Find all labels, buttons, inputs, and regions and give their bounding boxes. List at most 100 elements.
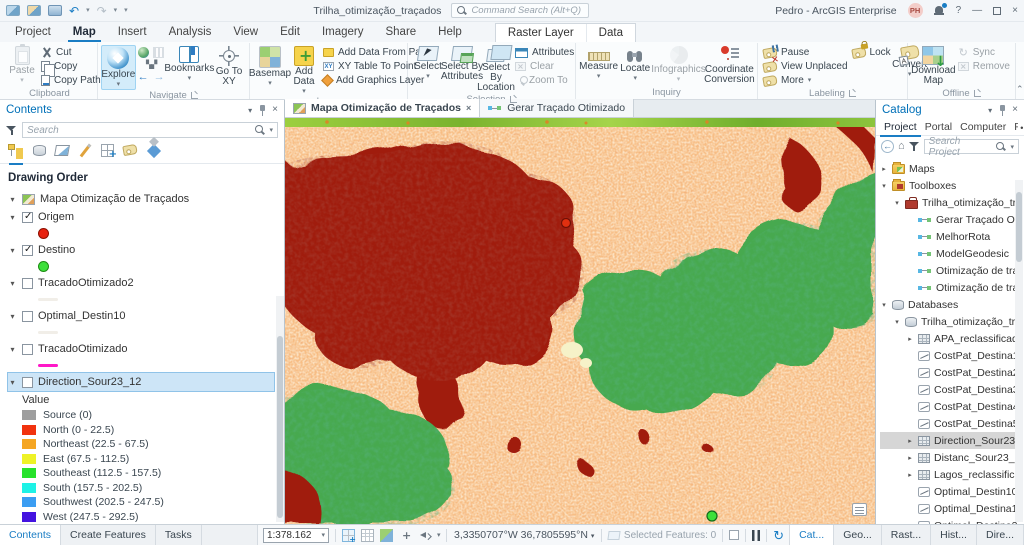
bottom-tab-tasks[interactable]: Tasks <box>156 525 202 545</box>
expander-icon[interactable]: ▾ <box>893 199 901 207</box>
catalog-item-databases[interactable]: ▾Databases <box>880 296 1022 313</box>
coordinate-conversion-button[interactable]: Coordinate Conversion <box>705 45 754 86</box>
ribbon-tab-share[interactable]: Share <box>374 24 427 42</box>
catalog-search-chevron[interactable]: ▾ <box>1010 143 1014 151</box>
crosshair-tool-icon[interactable] <box>399 529 412 542</box>
catalog-item-costpat-destina1[interactable]: CostPat_Destina1 <box>880 347 1022 364</box>
list-by-imagery-icon[interactable] <box>146 143 162 163</box>
layer-row-optimal-destin10[interactable]: ▾Optimal_Destin10 <box>8 307 274 325</box>
list-by-snapping-icon[interactable] <box>101 143 114 163</box>
locate-button[interactable]: Locate ▾ <box>618 45 652 86</box>
copy-button[interactable]: Copy <box>39 60 103 73</box>
catalog-item-trilha-otimiza-o-tra[interactable]: ▾Trilha_otimização_traç... <box>880 313 1022 330</box>
catalog-item-costpat-destina3[interactable]: CostPat_Destina3 <box>880 381 1022 398</box>
layer-checkbox[interactable] <box>22 278 33 289</box>
ribbon-tab-edit[interactable]: Edit <box>269 24 311 42</box>
remove-offline-button[interactable]: ×Remove <box>956 60 1012 73</box>
expander-icon[interactable]: ▾ <box>880 301 888 309</box>
basemap-button[interactable]: Basemap ▾ <box>253 45 287 96</box>
measure-button[interactable]: Measure ▾ <box>579 45 618 86</box>
attributes-button[interactable]: Attributes <box>513 46 576 59</box>
catalog-tab-project[interactable]: Project <box>880 121 921 135</box>
cut-button[interactable]: Cut <box>39 46 103 59</box>
panel-tab-geo[interactable]: Geo... <box>834 525 882 545</box>
contents-filter-icon[interactable] <box>6 125 17 136</box>
ribbon-tab-imagery[interactable]: Imagery <box>311 24 375 42</box>
catalog-home-icon[interactable]: ⌂ <box>898 141 905 152</box>
catalog-scrollbar[interactable] <box>1015 180 1023 522</box>
flicker-tool-icon[interactable] <box>380 529 393 542</box>
list-by-drawing-order-icon[interactable] <box>8 143 24 163</box>
catalog-item-lagos-reclassificad[interactable]: ▸Lagos_reclassificad... <box>880 466 1022 483</box>
layer-symbol-row[interactable] <box>8 226 274 241</box>
navigate-dialog-launcher[interactable] <box>191 92 198 99</box>
catalog-item-costpat-destina2[interactable]: CostPat_Destina2 <box>880 364 1022 381</box>
catalog-item-costpat-destina5[interactable]: CostPat_Destina5 <box>880 415 1022 432</box>
zoom-extent-icons[interactable]: ▚▞ <box>146 61 156 69</box>
selection-box-icon[interactable] <box>729 530 739 540</box>
contents-map-root[interactable]: ▾Mapa Otimização de Traçados <box>8 190 274 208</box>
pause-drawing-icon[interactable] <box>752 530 760 541</box>
catalog-tab-overflow-icon[interactable]: ••• <box>1018 123 1024 135</box>
expander-icon[interactable]: ▾ <box>8 345 17 354</box>
catalog-search-input[interactable]: Search Project ▾ <box>924 139 1019 154</box>
catalog-pin-icon[interactable] <box>998 105 1006 116</box>
undo-icon[interactable]: ↶ <box>69 5 79 17</box>
infographics-button[interactable]: Infographics ▾ <box>652 45 705 86</box>
panel-tab-dire[interactable]: Dire... <box>977 525 1024 545</box>
ribbon-tab-insert[interactable]: Insert <box>107 24 158 42</box>
expander-icon[interactable]: ▾ <box>8 213 17 222</box>
layer-checkbox[interactable] <box>22 212 33 223</box>
map-notification-icon[interactable] <box>852 503 867 516</box>
map-view-tab-active[interactable]: Mapa Otimização de Traçados × <box>285 99 480 117</box>
catalog-back-icon[interactable]: ← <box>881 140 894 153</box>
expander-icon[interactable]: ▾ <box>893 318 901 326</box>
redo-dropdown-chevron[interactable]: ▾ <box>114 7 118 14</box>
labeling-dialog-launcher[interactable] <box>849 90 856 97</box>
layer-row-tracadootimizado[interactable]: ▾TracadoOtimizado <box>8 340 274 358</box>
layer-checkbox[interactable] <box>22 377 33 388</box>
bookmarks-button[interactable]: Bookmarks ▾ <box>167 45 212 90</box>
layer-checkbox[interactable] <box>22 245 33 256</box>
catalog-filter-icon[interactable] <box>909 141 920 152</box>
ribbon-tab-view[interactable]: View <box>222 24 269 42</box>
expander-icon[interactable]: ▾ <box>880 182 888 190</box>
layer-symbol-row[interactable] <box>8 292 274 307</box>
catalog-tab-favorites[interactable]: Favorites <box>1010 121 1018 135</box>
notifications-icon[interactable] <box>934 5 945 16</box>
list-by-data-source-icon[interactable] <box>33 143 46 163</box>
catalog-item-direction-sour23-12[interactable]: ▸Direction_Sour23_12 <box>880 432 1022 449</box>
map-coordinates[interactable]: 3,3350707°W 36,7805595°N ▾ <box>453 529 594 541</box>
catalog-item-optimal-destina2[interactable]: Optimal_Destina2 <box>880 517 1022 524</box>
snapping-toggle-icon[interactable] <box>342 529 355 542</box>
catalog-item-apa-reclassificados[interactable]: ▸APA_reclassificados <box>880 330 1022 347</box>
expander-icon[interactable]: ▸ <box>906 437 914 445</box>
contextual-tab-data[interactable]: Data <box>587 24 635 42</box>
selection-dialog-launcher[interactable] <box>510 96 517 103</box>
bottom-tab-create-features[interactable]: Create Features <box>61 525 156 545</box>
maximize-button[interactable] <box>993 7 1001 15</box>
new-project-icon[interactable] <box>6 5 20 16</box>
panel-tab-rast[interactable]: Rast... <box>882 525 931 545</box>
full-extent-icon[interactable] <box>138 47 149 58</box>
catalog-item-maps[interactable]: ▸Maps <box>880 160 1022 177</box>
layer-row-origem[interactable]: ▾Origem <box>8 208 274 226</box>
expander-icon[interactable]: ▸ <box>880 165 888 173</box>
zoom-to-selection-button[interactable]: Zoom To <box>513 74 576 87</box>
contents-search-chevron[interactable]: ▾ <box>269 126 273 134</box>
scale-input[interactable]: 1:378.162 ▾ <box>263 528 329 543</box>
explore-button[interactable]: Explore ▾ <box>101 45 136 90</box>
bottom-tab-contents[interactable]: Contents <box>0 525 61 545</box>
layer-symbol-row[interactable] <box>8 325 274 340</box>
layer-symbol-row[interactable] <box>8 358 274 373</box>
expander-icon[interactable]: ▾ <box>8 312 17 321</box>
layer-checkbox[interactable] <box>22 344 33 355</box>
expander-icon[interactable]: ▸ <box>906 454 914 462</box>
ribbon-tab-help[interactable]: Help <box>427 24 473 42</box>
contents-menu-chevron[interactable]: ▾ <box>248 106 252 115</box>
sync-button[interactable]: ↻Sync <box>956 46 1012 59</box>
grid-toggle-icon[interactable] <box>361 529 374 542</box>
catalog-item-trilha-otimiza-o-tra[interactable]: ▾Trilha_otimização_traç... <box>880 194 1022 211</box>
open-project-icon[interactable] <box>27 5 41 16</box>
catalog-menu-chevron[interactable]: ▾ <box>988 106 992 115</box>
